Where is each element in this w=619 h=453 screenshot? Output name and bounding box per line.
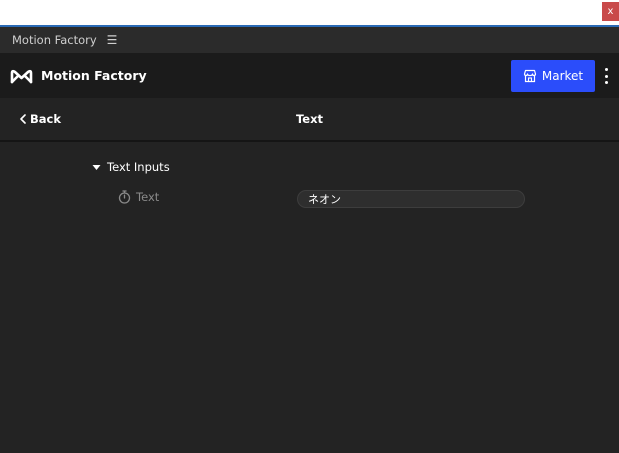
market-button[interactable]: Market [511, 60, 595, 92]
hamburger-menu-icon[interactable]: ☰ [107, 33, 118, 47]
section-toggle-text-inputs[interactable]: Text Inputs [92, 160, 170, 174]
section-title: Text Inputs [107, 160, 170, 174]
page-title: Text [295, 112, 324, 126]
close-label: x [607, 5, 614, 17]
app-header: Motion Factory Market [0, 53, 619, 98]
market-button-label: Market [541, 69, 584, 83]
more-vertical-icon[interactable] [601, 68, 611, 84]
panel-tab-title: Motion Factory [12, 33, 97, 47]
app-window: x Motion Factory ☰ Motion Factory Market… [0, 0, 619, 453]
nav-bar: Text Back [0, 98, 619, 142]
store-icon [523, 69, 537, 83]
motion-factory-logo-icon [10, 68, 33, 84]
property-label-text: Text [136, 190, 160, 204]
stopwatch-icon[interactable] [118, 190, 131, 204]
window-top-strip: x [0, 0, 619, 25]
panel-tab[interactable]: Motion Factory ☰ [0, 27, 619, 53]
chevron-left-icon [19, 114, 27, 124]
back-button-label: Back [30, 112, 61, 126]
back-button[interactable]: Back [19, 112, 61, 126]
triangle-down-icon [92, 163, 101, 172]
property-row-text: Text [118, 190, 159, 204]
app-title: Motion Factory [41, 68, 147, 83]
text-value-input[interactable] [297, 190, 525, 208]
close-button[interactable]: x [602, 2, 619, 21]
